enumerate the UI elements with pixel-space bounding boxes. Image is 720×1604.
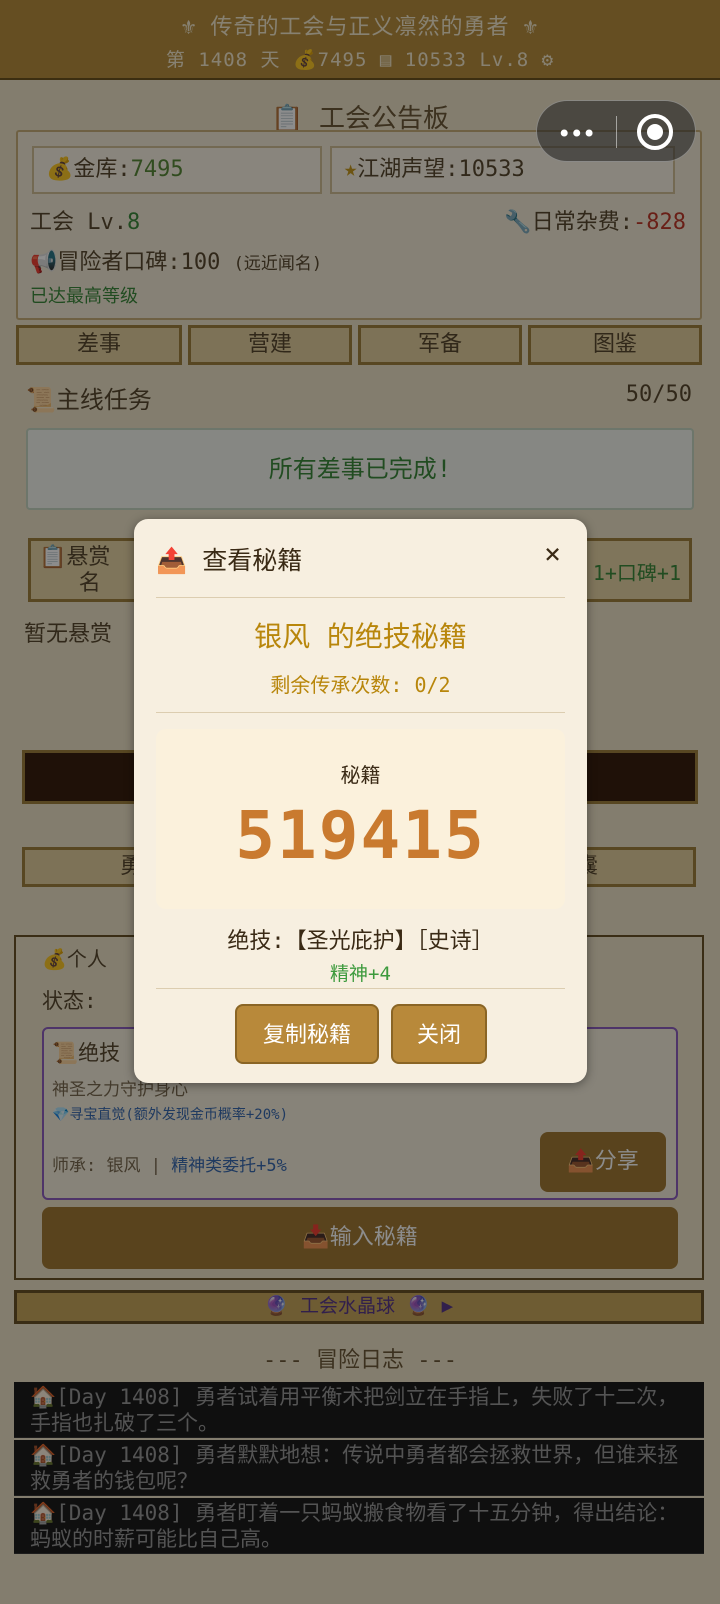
view-secret-dialog: 📤 查看秘籍 × 银风 的绝技秘籍 剩余传承次数: 0/2 秘籍 519415 … bbox=[134, 519, 587, 1083]
skill-line: 绝技:【圣光庇护】［史诗］ bbox=[227, 929, 494, 954]
code-label: 秘籍 bbox=[340, 763, 381, 787]
miniprogram-capsule: ••• bbox=[536, 100, 696, 162]
secret-code: 519415 bbox=[235, 797, 486, 874]
capsule-divider bbox=[616, 116, 617, 148]
copy-code-button[interactable]: 复制秘籍 bbox=[235, 1004, 379, 1064]
close-miniprogram-icon[interactable] bbox=[637, 114, 673, 150]
dialog-title: 📤 查看秘籍 bbox=[156, 546, 303, 575]
divider bbox=[156, 597, 565, 598]
divider bbox=[156, 712, 565, 713]
code-box: 秘籍 519415 bbox=[156, 729, 565, 909]
remaining-count: 剩余传承次数: 0/2 bbox=[270, 673, 451, 697]
upload-tray-icon: 📤 bbox=[156, 546, 188, 575]
close-button[interactable]: 关闭 bbox=[391, 1004, 487, 1064]
divider bbox=[156, 988, 565, 989]
stat-bonus: 精神+4 bbox=[330, 963, 391, 985]
owner-line: 银风 的绝技秘籍 bbox=[254, 620, 467, 653]
close-icon[interactable]: × bbox=[544, 537, 561, 570]
more-icon[interactable]: ••• bbox=[557, 120, 596, 148]
